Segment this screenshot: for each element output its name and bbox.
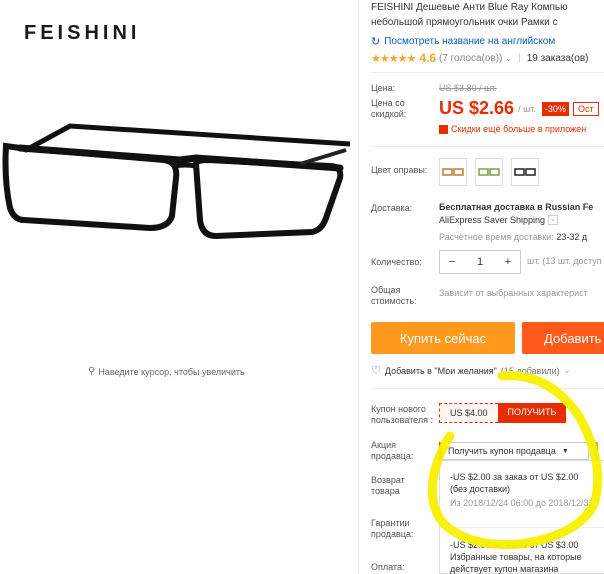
- discount-badge: -30%: [541, 101, 569, 116]
- discount-price-label: Цена со скидкой:: [371, 98, 407, 119]
- color-swatch-green[interactable]: [475, 158, 503, 186]
- buy-now-button[interactable]: Купить сейчас: [371, 322, 515, 354]
- qr-code-icon: [439, 124, 448, 134]
- divider: [371, 72, 604, 73]
- coupon-item-1-note: (без доставки): [450, 484, 511, 494]
- color-swatch-orange[interactable]: [439, 158, 467, 186]
- countdown-badge: Ост: [572, 101, 599, 116]
- translate-link-text[interactable]: Посмотреть название на английском: [384, 36, 555, 47]
- app-promo[interactable]: Скидки ещё больше в приложен: [439, 124, 586, 134]
- eta-label: Расчётное время доставки:: [439, 232, 554, 242]
- coupon-item-1-title[interactable]: -US $2.00 за заказ от US $2.00: [450, 471, 578, 483]
- separator: |: [518, 52, 521, 64]
- shipping-method[interactable]: AliExpress Saver Shipping ⌄: [439, 215, 559, 225]
- translate-link[interactable]: ↻ Посмотреть название на английском: [371, 35, 555, 48]
- rating-value: 4.6: [419, 51, 436, 65]
- payment-label: Оплата:: [371, 562, 405, 572]
- caret-down-icon: ▼: [561, 447, 569, 455]
- shipping-label: Доставка:: [371, 203, 413, 213]
- zoom-hint: ⚲ Наведите курсор, чтобы увеличить: [88, 366, 245, 377]
- total-note: Зависит от выбранных характерист: [439, 288, 588, 298]
- chevron-down-icon[interactable]: ⌄: [548, 215, 559, 225]
- seller-coupon-dropdown-text[interactable]: Получить купон продавца: [448, 446, 556, 456]
- quantity-label: Количество:: [371, 257, 422, 267]
- zoom-hint-text: Наведите курсор, чтобы увеличить: [98, 366, 245, 377]
- new-user-coupon-label: Купон нового пользователя :: [371, 404, 433, 425]
- quantity-decrement-button[interactable]: −: [440, 256, 464, 268]
- wishlist-link[interactable]: ♡ Добавить в "Мои желания" (15 добавили)…: [371, 364, 570, 377]
- product-title-line2: небольшой прямоугольник очки Рамки с: [371, 17, 558, 28]
- old-price: US $3.80 / шт.: [439, 83, 497, 93]
- seller-coupon-popup: -US $2.00 за заказ от US $2.00 (без дост…: [439, 460, 604, 574]
- quantity-available: шт. (13 шт. доступ: [527, 256, 602, 266]
- rating-row: ★★★★★ 4.6 (7 голоса(ов)) ⌄ | 19 заказа(о…: [371, 51, 588, 65]
- divider: [371, 388, 604, 389]
- price-unit: / шт.: [518, 103, 536, 114]
- get-coupon-button[interactable]: ПОЛУЧИТЬ: [497, 403, 567, 423]
- product-image-glasses[interactable]: [0, 120, 350, 250]
- new-price: US $2.66: [439, 98, 515, 118]
- quantity-increment-button[interactable]: +: [496, 256, 520, 268]
- color-label: Цвет оправы:: [371, 165, 428, 175]
- shipping-method-text[interactable]: AliExpress Saver Shipping: [439, 215, 545, 225]
- product-gallery: FEISHINI ⚲ Наведите курсор, чтобы увелич…: [0, 0, 358, 574]
- secondary-promo-tab[interactable]: [595, 442, 604, 460]
- brand-logo: FEISHINI: [24, 22, 141, 44]
- divider: [446, 527, 604, 528]
- product-title: FEISHINI Дешевые Анти Blue Ray Компью не…: [371, 0, 604, 30]
- eta-value: 23-32 д: [556, 232, 588, 242]
- shipping-title: Бесплатная доставка в Russian Fe: [439, 202, 594, 212]
- star-rating-icon[interactable]: ★★★★★: [371, 52, 416, 65]
- app-promo-text[interactable]: Скидки ещё больше в приложен: [451, 124, 586, 134]
- glasses-orange-icon: [442, 168, 464, 176]
- coupon-item-2-note: Избранные товары, на которые: [450, 552, 582, 562]
- orders-count: 19 заказа(ов): [526, 52, 589, 64]
- coupon-value: US $4.00: [439, 403, 498, 423]
- seller-coupon-dropdown[interactable]: Получить купон продавца ▼: [439, 442, 589, 460]
- heart-icon[interactable]: ♡: [371, 364, 381, 377]
- coupon-item-1-dates: Из 2018/12/24 06:00 до 2018/12/31: [450, 498, 594, 508]
- return-label: Возврат товара: [371, 475, 405, 496]
- new-user-coupon: US $4.00 ПОЛУЧИТЬ: [439, 403, 567, 423]
- total-label: Общая стоимость:: [371, 285, 417, 306]
- add-to-cart-button[interactable]: Добавить: [522, 322, 604, 354]
- chevron-down-icon[interactable]: ⌄: [564, 366, 571, 375]
- chevron-down-icon[interactable]: ⌄: [505, 54, 512, 63]
- color-swatch-black[interactable]: [511, 158, 539, 186]
- wishlist-count: (15 добавили): [500, 365, 560, 376]
- votes-count[interactable]: (7 голоса(ов)): [439, 53, 502, 64]
- product-details: FEISHINI Дешевые Анти Blue Ray Компью не…: [359, 0, 604, 574]
- quantity-stepper: − 1 +: [439, 250, 521, 274]
- product-title-line1: FEISHINI Дешевые Анти Blue Ray Компью: [371, 2, 568, 13]
- magnifier-icon: ⚲: [88, 366, 96, 377]
- quantity-input[interactable]: 1: [468, 256, 492, 268]
- shipping-eta: Расчётное время доставки: 23-32 д: [439, 232, 587, 242]
- color-swatches: [439, 158, 539, 186]
- wishlist-text[interactable]: Добавить в "Мои желания": [385, 366, 497, 376]
- price-label: Цена:: [371, 83, 396, 93]
- glasses-black-icon: [514, 168, 536, 176]
- translate-icon: ↻: [371, 36, 381, 48]
- coupon-item-2-note2: действует купон магазина: [450, 564, 559, 574]
- guarantee-label: Гарантии продавца:: [371, 518, 414, 539]
- glasses-green-icon: [478, 168, 500, 176]
- divider: [371, 146, 604, 147]
- coupon-item-2-title[interactable]: -US $2.00 за заказ от US $3.00: [450, 539, 578, 551]
- discount-price: US $2.66 / шт. -30% Ост: [439, 98, 599, 119]
- seller-promo-label: Акция продавца:: [371, 440, 414, 461]
